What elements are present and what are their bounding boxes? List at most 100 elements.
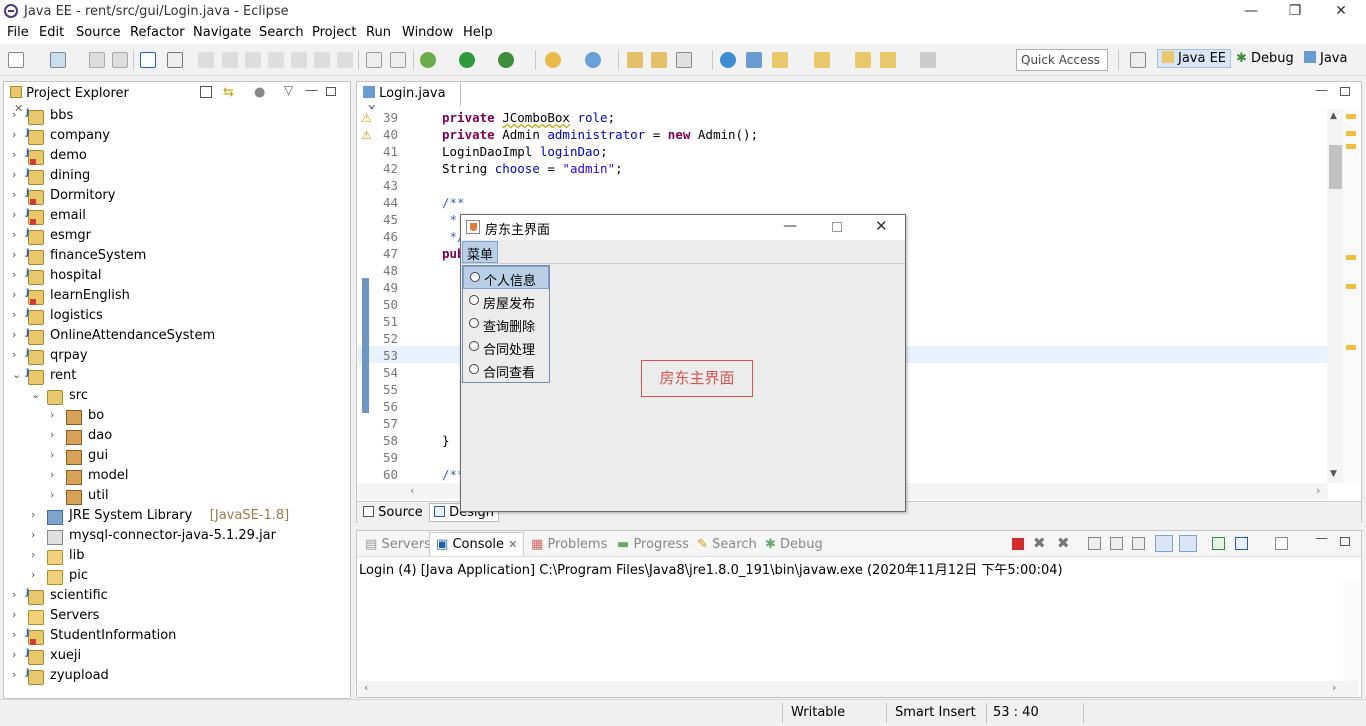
menu-file[interactable]: File bbox=[7, 25, 29, 40]
chevron-right-icon[interactable]: › bbox=[12, 228, 24, 241]
tab-console[interactable]: ▣ Console ✕ bbox=[429, 532, 525, 556]
open-task-icon[interactable] bbox=[651, 52, 667, 68]
menu-navigate[interactable]: Navigate bbox=[193, 25, 251, 40]
filters-icon[interactable]: ● bbox=[254, 85, 265, 100]
chevron-down-icon[interactable]: ⌄ bbox=[12, 368, 24, 381]
show-on-stdout-icon[interactable] bbox=[1155, 535, 1173, 552]
menu-item-contract-view[interactable]: 合同查看 bbox=[463, 359, 549, 382]
menu-item-personal-info[interactable]: 个人信息 bbox=[463, 266, 549, 289]
menu-caidan[interactable]: 菜单 bbox=[462, 241, 499, 263]
chevron-right-icon[interactable]: › bbox=[50, 448, 62, 461]
view-menu-icon[interactable]: ▽ bbox=[284, 83, 293, 97]
run-coverage-icon[interactable] bbox=[498, 52, 514, 68]
chevron-right-icon[interactable]: › bbox=[31, 568, 43, 581]
scroll-right-icon[interactable]: › bbox=[1332, 681, 1336, 694]
back-icon[interactable] bbox=[880, 52, 896, 68]
scroll-down-icon[interactable]: ▼ bbox=[1330, 469, 1337, 479]
minimize-editor-icon[interactable]: — bbox=[1315, 83, 1328, 98]
console-icon[interactable] bbox=[140, 52, 156, 68]
tab-servers[interactable]: ▤ Servers bbox=[359, 533, 437, 557]
maximize-view-icon[interactable] bbox=[326, 87, 336, 96]
step-over-icon[interactable] bbox=[291, 52, 307, 68]
step-into-icon[interactable] bbox=[268, 52, 284, 68]
menu-window[interactable]: Window bbox=[402, 25, 453, 40]
minimize-view-icon[interactable]: — bbox=[305, 83, 318, 98]
scroll-up-icon[interactable]: ▲ bbox=[1330, 111, 1337, 121]
show-on-stderr-icon[interactable] bbox=[1179, 535, 1197, 552]
chevron-right-icon[interactable]: › bbox=[12, 628, 24, 641]
menu-item-contract-process[interactable]: 合同处理 bbox=[463, 336, 549, 359]
tab-debug[interactable]: ✱ Debug bbox=[759, 533, 829, 557]
close-console-icon[interactable]: ✕ bbox=[508, 538, 517, 551]
chevron-right-icon[interactable]: › bbox=[31, 548, 43, 561]
tab-progress[interactable]: ▬ Progress bbox=[611, 533, 695, 557]
chevron-right-icon[interactable]: › bbox=[50, 428, 62, 441]
menu-edit[interactable]: Edit bbox=[39, 25, 64, 40]
skip-breakpoints-icon[interactable] bbox=[167, 52, 183, 68]
console-output[interactable] bbox=[358, 581, 1344, 681]
web-browser-icon[interactable] bbox=[720, 52, 736, 68]
debug-icon[interactable] bbox=[420, 52, 436, 68]
chevron-right-icon[interactable]: › bbox=[12, 148, 24, 161]
chevron-right-icon[interactable]: › bbox=[12, 268, 24, 281]
chevron-right-icon[interactable]: › bbox=[12, 208, 24, 221]
step-return-icon[interactable] bbox=[314, 52, 330, 68]
chevron-right-icon[interactable]: › bbox=[12, 128, 24, 141]
terminate-icon[interactable] bbox=[245, 52, 261, 68]
open-type-icon[interactable] bbox=[627, 52, 643, 68]
chevron-right-icon[interactable]: › bbox=[12, 168, 24, 181]
new-icon[interactable] bbox=[8, 52, 24, 68]
chevron-right-icon[interactable]: › bbox=[31, 528, 43, 541]
new-class-icon[interactable] bbox=[585, 52, 601, 68]
chevron-right-icon[interactable]: › bbox=[12, 648, 24, 661]
scroll-left-icon[interactable]: ‹ bbox=[410, 484, 414, 497]
swing-maximize-button[interactable] bbox=[832, 222, 842, 232]
chevron-right-icon[interactable]: › bbox=[12, 288, 24, 301]
chevron-right-icon[interactable]: › bbox=[50, 408, 62, 421]
prev-annotation-icon[interactable] bbox=[814, 52, 830, 68]
chevron-right-icon[interactable]: › bbox=[50, 488, 62, 501]
annotation-icon[interactable] bbox=[746, 52, 762, 68]
chevron-right-icon[interactable]: › bbox=[50, 468, 62, 481]
scrollbar-thumb[interactable] bbox=[1329, 145, 1342, 189]
chevron-right-icon[interactable]: › bbox=[12, 588, 24, 601]
maximize-button[interactable]: ❐ bbox=[1272, 0, 1318, 22]
minimize-console-icon[interactable]: — bbox=[1315, 531, 1328, 546]
next-annotation-icon[interactable] bbox=[772, 52, 788, 68]
block-selection-icon[interactable] bbox=[390, 52, 406, 68]
editor-vertical-scrollbar[interactable]: ▲ ▼ bbox=[1327, 109, 1343, 483]
open-console-icon[interactable] bbox=[1275, 537, 1288, 550]
save-icon[interactable] bbox=[89, 52, 105, 68]
collapse-all-icon[interactable] bbox=[200, 86, 212, 98]
tab-login-java[interactable]: Login.java ✕ bbox=[357, 82, 461, 115]
close-button[interactable]: ✕ bbox=[1318, 0, 1364, 22]
chevron-right-icon[interactable]: › bbox=[12, 608, 24, 621]
chevron-right-icon[interactable]: › bbox=[12, 188, 24, 201]
chevron-right-icon[interactable]: › bbox=[12, 108, 24, 121]
swing-minimize-button[interactable]: — bbox=[783, 218, 797, 234]
chevron-right-icon[interactable]: › bbox=[12, 248, 24, 261]
menu-run[interactable]: Run bbox=[366, 25, 391, 40]
quick-access-input[interactable]: Quick Access bbox=[1016, 49, 1108, 71]
chevron-right-icon[interactable]: › bbox=[12, 308, 24, 321]
scroll-left-icon[interactable]: ‹ bbox=[364, 681, 368, 694]
tab-search[interactable]: ✎ Search bbox=[691, 533, 763, 557]
remove-all-icon[interactable]: ✖ bbox=[1057, 534, 1070, 552]
menu-refactor[interactable]: Refactor bbox=[130, 25, 185, 40]
menu-search[interactable]: Search bbox=[259, 25, 304, 40]
menu-project[interactable]: Project bbox=[312, 25, 356, 40]
tab-problems[interactable]: ▦ Problems bbox=[525, 533, 613, 557]
perspective-debug[interactable]: ✱ Debug bbox=[1236, 51, 1294, 66]
tab-source[interactable]: Source bbox=[363, 505, 423, 520]
chevron-right-icon[interactable]: › bbox=[12, 348, 24, 361]
swing-close-button[interactable]: ✕ bbox=[875, 217, 888, 235]
resume-icon[interactable] bbox=[198, 52, 214, 68]
pin-console-icon[interactable] bbox=[1212, 537, 1225, 550]
chevron-right-icon[interactable]: › bbox=[31, 508, 43, 521]
remove-launch-icon[interactable]: ✖ bbox=[1033, 534, 1046, 552]
menu-item-query-delete[interactable]: 查询删除 bbox=[463, 313, 549, 336]
menu-source[interactable]: Source bbox=[76, 25, 121, 40]
new-java-project-icon[interactable] bbox=[545, 52, 561, 68]
last-edit-icon[interactable] bbox=[855, 52, 871, 68]
menu-item-house-publish[interactable]: 房屋发布 bbox=[463, 290, 549, 313]
